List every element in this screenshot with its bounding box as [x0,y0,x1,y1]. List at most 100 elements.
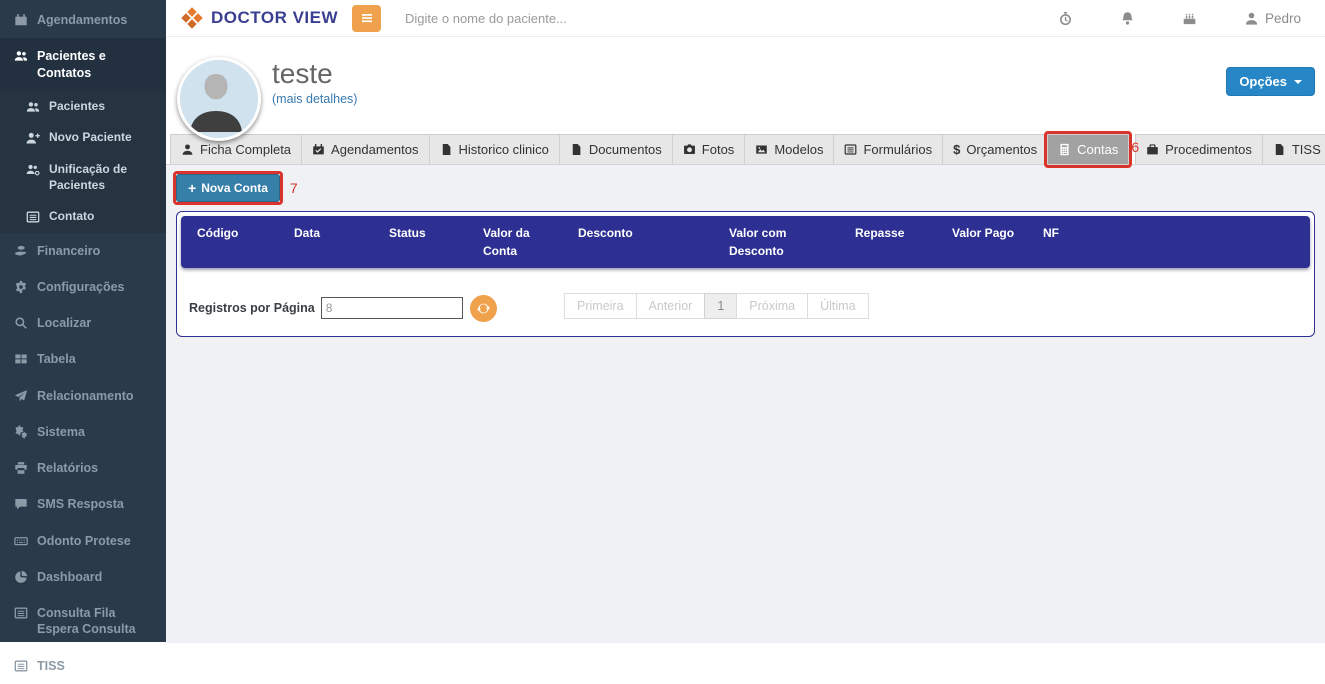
new-account-button-label: Nova Conta [201,181,268,195]
users-gear-icon [26,163,40,177]
sidebar-item-novo-paciente[interactable]: Novo Paciente [0,122,166,154]
accounts-table-header: Código Data Status Valor da Conta Descon… [181,216,1310,268]
pie-chart-icon [14,570,28,584]
camera-icon [683,143,696,156]
sidebar-item-label: Relatórios [37,461,99,476]
form-icon [844,143,857,156]
sidebar-item-sms-resposta[interactable]: SMS Resposta [0,486,166,522]
pagination-first-button[interactable]: Primeira [564,293,637,319]
sidebar-item-tabela[interactable]: Tabela [0,341,166,377]
sidebar-item-relatorios[interactable]: Relatórios [0,450,166,486]
sidebar-item-financeiro[interactable]: Financeiro [0,233,166,269]
sidebar-item-agendamentos[interactable]: Agendamentos [0,2,166,38]
users-icon [14,49,28,63]
sidebar-item-label: Consulta Fila Espera Consulta [37,606,136,637]
list-icon [14,659,28,673]
sidebar-item-tiss[interactable]: TISS [0,648,166,684]
column-header-valor-com-desconto: Valor com Desconto [729,226,787,258]
more-details-link[interactable]: (mais detalhes) [272,92,357,106]
sidebar-item-relacionamento[interactable]: Relacionamento [0,378,166,414]
tab-historico-clinico[interactable]: Historico clinico [428,134,560,164]
tab-label: Agendamentos [331,142,419,157]
sidebar-item-dashboard[interactable]: Dashboard [0,559,166,595]
tab-procedimentos[interactable]: Procedimentos [1135,134,1263,164]
image-icon [755,143,768,156]
tab-label: Historico clinico [458,142,549,157]
tab-formularios[interactable]: Formulários [833,134,944,164]
refresh-button[interactable] [469,294,497,322]
stopwatch-icon[interactable] [1058,11,1073,26]
sidebar-item-pacientes[interactable]: Pacientes [0,91,166,123]
column-header-valor-da-conta: Valor da Conta [483,226,530,258]
file-icon [440,143,453,156]
options-button[interactable]: Opções [1226,67,1315,96]
pagination-last-button[interactable]: Última [807,293,869,319]
tab-fotos[interactable]: Fotos [671,134,746,164]
pagination-page-1-button[interactable]: 1 [704,293,738,319]
hamburger-icon [359,10,375,26]
briefcase-icon [1146,143,1159,156]
sidebar-item-label: Agendamentos [37,13,128,27]
user-menu[interactable]: Pedro [1244,11,1301,26]
tab-label: Procedimentos [1165,142,1252,157]
patient-tabs: Ficha Completa Agendamentos Historico cl… [166,131,1325,168]
sidebar-item-pacientes-e-contatos[interactable]: Pacientes e Contatos [0,38,166,91]
topbar-actions: Pedro [1058,11,1325,26]
tab-orcamentos[interactable]: $ Orçamentos [942,134,1049,164]
calendar-icon [14,13,28,27]
tab-documentos[interactable]: Documentos [558,134,673,164]
patient-search-input[interactable] [403,9,668,27]
bell-icon[interactable] [1120,11,1135,26]
pagination-prev-button[interactable]: Anterior [635,293,706,319]
users-icon [26,100,40,114]
sidebar-item-label: TISS [37,658,65,673]
user-icon [181,143,194,156]
money-icon [14,244,28,258]
doctor-view-logo-icon [180,6,204,30]
sidebar-item-localizar[interactable]: Localizar [0,305,166,341]
tab-label: Modelos [774,142,824,157]
sidebar-item-unificacao-de-pacientes[interactable]: Unificação de Pacientes [0,154,166,201]
sidebar-item-label: Configurações [37,279,125,294]
sidebar-item-label: Contato [49,209,95,224]
tab-label: Fotos [701,142,735,157]
sidebar-item-label: Odonto Protese [37,533,131,548]
calendar-check-icon [312,143,325,156]
sidebar-item-configuracoes[interactable]: Configurações [0,269,166,305]
user-plus-icon [26,131,40,145]
sidebar-item-label: Dashboard [37,569,103,584]
tab-agendamentos[interactable]: Agendamentos [301,134,430,164]
tab-label: Formulários [863,142,933,157]
tab-label: TISS [1291,142,1321,157]
sidebar-submenu: Pacientes Novo Paciente Unificação de Pa… [0,90,166,233]
sidebar-item-label: Pacientes e Contatos [37,49,106,80]
user-name: Pedro [1264,10,1301,26]
brand-logo[interactable]: DOCTOR VIEW [166,6,338,30]
tab-modelos[interactable]: Modelos [744,134,835,164]
birthday-cake-icon[interactable] [1182,11,1197,26]
search-icon [14,316,28,330]
sidebar-item-contato[interactable]: Contato [0,201,166,233]
pagination-next-button[interactable]: Próxima [736,293,809,319]
sidebar-item-label: Financeiro [37,243,101,258]
new-account-button[interactable]: + Nova Conta [173,171,283,205]
sidebar-item-consulta-fila-espera[interactable]: Consulta Fila Espera Consulta [0,595,166,648]
patient-name: teste [272,58,333,89]
tab-tiss[interactable]: TISS [1261,134,1325,164]
sidebar-toggle-button[interactable] [352,4,382,32]
user-icon [1244,11,1259,26]
tab-ficha-completa[interactable]: Ficha Completa [170,134,303,164]
tab-label: Orçamentos [966,142,1038,157]
sidebar-item-label: SMS Resposta [37,497,124,512]
accounts-table-footer: Registros por Página Primeira Anterior 1… [181,290,1310,332]
keyboard-icon [14,534,28,548]
sidebar-item-sistema[interactable]: Sistema [0,414,166,450]
sidebar-item-label: Relacionamento [37,388,134,403]
annotation-marker-7: 7 [289,180,298,196]
tab-contas[interactable]: Contas [1044,131,1133,168]
list-icon [26,210,40,224]
topbar: DOCTOR VIEW Pedro [166,0,1325,37]
records-per-page-input[interactable] [320,297,463,319]
sidebar-item-odonto-protese[interactable]: Odonto Protese [0,523,166,559]
comment-icon [14,497,28,511]
